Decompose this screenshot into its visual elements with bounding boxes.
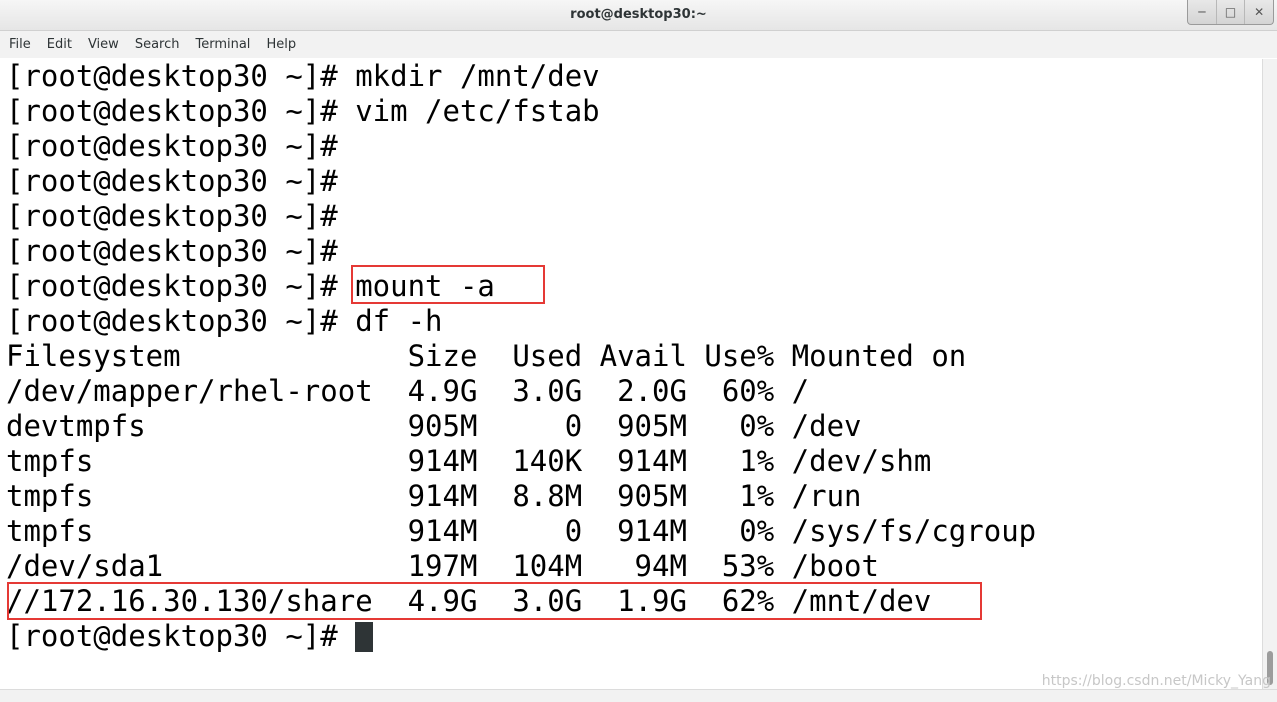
terminal-line: tmpfs 914M 140K 914M 1% /dev/shm [6, 444, 932, 478]
terminal-line: [root@desktop30 ~]# [6, 234, 338, 268]
menu-terminal[interactable]: Terminal [187, 37, 258, 52]
close-button[interactable]: ✕ [1244, 0, 1273, 24]
terminal-line: [root@desktop30 ~]# vim /etc/fstab [6, 94, 600, 128]
terminal-prompt-line: [root@desktop30 ~]# [6, 619, 374, 654]
window-title: root@desktop30:~ [570, 7, 707, 22]
window-bottom-edge [0, 689, 1277, 702]
terminal-line: [root@desktop30 ~]# df -h [6, 304, 443, 338]
terminal-prompt: [root@desktop30 ~]# [6, 619, 356, 653]
terminal-line: [root@desktop30 ~]# [6, 129, 338, 163]
menu-view[interactable]: View [80, 37, 127, 52]
terminal-line: [root@desktop30 ~]# mkdir /mnt/dev [6, 59, 600, 93]
highlight-box-share [7, 582, 982, 620]
menu-file[interactable]: File [0, 37, 39, 52]
watermark: https://blog.csdn.net/Micky_Yang [1041, 673, 1271, 689]
menu-search[interactable]: Search [127, 37, 188, 52]
terminal-line: devtmpfs 905M 0 905M 0% /dev [6, 409, 862, 443]
terminal-cursor [355, 622, 374, 652]
terminal-line: Filesystem Size Used Avail Use% Mounted … [6, 339, 967, 373]
terminal-line: tmpfs 914M 0 914M 0% /sys/fs/cgroup [6, 514, 1037, 548]
terminal-line: tmpfs 914M 8.8M 905M 1% /run [6, 479, 862, 513]
maximize-button[interactable]: □ [1215, 0, 1245, 24]
terminal-line: /dev/mapper/rhel-root 4.9G 3.0G 2.0G 60%… [6, 374, 810, 408]
window-titlebar[interactable]: root@desktop30:~ ─ □ ✕ [0, 0, 1277, 31]
highlight-box-mount [351, 265, 545, 304]
menubar: File Edit View Search Terminal Help [0, 31, 1277, 58]
minimize-button[interactable]: ─ [1188, 0, 1216, 24]
scrollbar[interactable] [1262, 59, 1277, 689]
terminal-line: [root@desktop30 ~]# [6, 164, 338, 198]
terminal-line: [root@desktop30 ~]# [6, 199, 338, 233]
window-controls: ─ □ ✕ [1187, 0, 1274, 25]
terminal-line: /dev/sda1 197M 104M 94M 53% /boot [6, 549, 879, 583]
terminal-output[interactable]: [root@desktop30 ~]# mkdir /mnt/dev [root… [0, 59, 1263, 689]
menu-help[interactable]: Help [258, 37, 304, 52]
menu-edit[interactable]: Edit [39, 37, 80, 52]
